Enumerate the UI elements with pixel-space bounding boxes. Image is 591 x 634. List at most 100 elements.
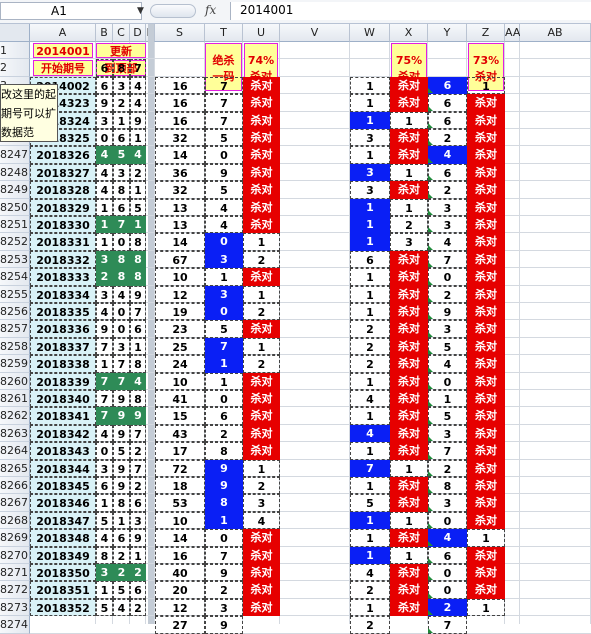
kill-result-z-cell[interactable]: 杀对	[467, 546, 505, 564]
digit-cell[interactable]: 2	[130, 477, 146, 495]
value-w-cell[interactable]: 2	[350, 581, 390, 599]
value-y-cell[interactable]: 8	[428, 477, 467, 495]
kill-result-u-cell[interactable]: 杀对	[243, 529, 280, 547]
kill-result-u-cell[interactable]: 杀对	[243, 372, 280, 390]
value-s-cell[interactable]: 18	[155, 477, 205, 495]
value-y-cell[interactable]: 2	[428, 598, 467, 617]
digit-cell[interactable]: 9	[113, 390, 130, 408]
value-w-cell[interactable]: 1	[350, 407, 390, 425]
value-s-cell[interactable]: 15	[155, 407, 205, 425]
kill-result-x-cell[interactable]: 杀对	[390, 581, 428, 599]
kill-result-z-cell[interactable]: 杀对	[467, 390, 505, 408]
value-s-cell[interactable]: 10	[155, 372, 205, 390]
kill-result-z-cell[interactable]: 杀对	[467, 250, 505, 269]
kill-result-u-cell[interactable]: 杀对	[243, 268, 280, 286]
digit-cell[interactable]: 7	[113, 372, 130, 390]
period-cell[interactable]: 2018342	[30, 424, 96, 443]
kill-result-z-cell[interactable]: 杀对	[467, 337, 505, 356]
column-header-y[interactable]: Y	[428, 24, 467, 42]
row-header[interactable]: 8257	[0, 320, 30, 338]
kill-result-z-cell[interactable]: 杀对	[467, 216, 505, 234]
value-y-cell[interactable]: 0	[428, 581, 467, 599]
column-header-v[interactable]: V	[280, 24, 350, 42]
value-s-cell[interactable]: 36	[155, 163, 205, 182]
row-header[interactable]: 8260	[0, 372, 30, 390]
kill-one-cell[interactable]: 9	[205, 459, 243, 477]
value-w-cell[interactable]: 1	[350, 111, 390, 129]
kill-result-u-cell[interactable]: 4	[243, 511, 280, 530]
digit-cell[interactable]: 4	[96, 529, 113, 547]
digit-cell[interactable]: 2	[130, 163, 146, 182]
chevron-down-icon[interactable]: ▼	[137, 6, 144, 16]
value-w-cell[interactable]: 4	[350, 564, 390, 582]
value-w-cell[interactable]: 2	[350, 337, 390, 356]
kill-one-cell[interactable]: 7	[205, 337, 243, 356]
value-s-cell[interactable]: 14	[155, 146, 205, 164]
row-header[interactable]: 8273	[0, 598, 30, 617]
digit-cell[interactable]: 0	[96, 129, 113, 147]
digit-cell[interactable]: 6	[130, 494, 146, 512]
digit-cell[interactable]: 3	[96, 459, 113, 477]
value-s-cell[interactable]: 32	[155, 129, 205, 147]
kill-one-cell[interactable]: 0	[205, 390, 243, 408]
period-cell[interactable]: 2018332	[30, 250, 96, 269]
column-header-c[interactable]: C	[113, 24, 130, 42]
row-header[interactable]: 8268	[0, 511, 30, 530]
row-header[interactable]: 8256	[0, 303, 30, 321]
value-w-cell[interactable]: 4	[350, 390, 390, 408]
kill-one-cell[interactable]: 0	[205, 233, 243, 251]
row-header[interactable]: 8250	[0, 198, 30, 216]
value-s-cell[interactable]: 12	[155, 285, 205, 303]
kill-result-z-cell[interactable]: 杀对	[467, 94, 505, 112]
value-y-cell[interactable]: 7	[428, 250, 467, 269]
row-header[interactable]: 8255	[0, 285, 30, 303]
kill-result-x-cell[interactable]: 杀对	[390, 94, 428, 112]
column-header-z[interactable]: Z	[467, 24, 505, 42]
kill-result-u-cell[interactable]: 杀对	[243, 564, 280, 582]
kill-result-z-cell[interactable]: 杀对	[467, 442, 505, 460]
value-w-cell[interactable]: 1	[350, 146, 390, 164]
period-cell[interactable]: 2018341	[30, 407, 96, 425]
digit-cell[interactable]: 1	[96, 581, 113, 599]
value-w-cell[interactable]: 1	[350, 598, 390, 617]
kill-result-x-cell[interactable]: 杀对	[390, 76, 428, 95]
row-header[interactable]: 8248	[0, 163, 30, 182]
value-y-cell[interactable]: 4	[428, 529, 467, 547]
kill-one-cell[interactable]: 9	[205, 564, 243, 582]
value-y-cell[interactable]: 5	[428, 407, 467, 425]
value-y-cell[interactable]: 0	[428, 564, 467, 582]
period-cell[interactable]: 2018345	[30, 477, 96, 495]
digit-cell[interactable]: 9	[130, 529, 146, 547]
column-header-d[interactable]: D	[130, 24, 146, 42]
value-y-cell[interactable]: 6	[428, 546, 467, 564]
row-header[interactable]: 8265	[0, 459, 30, 477]
value-w-cell[interactable]: 3	[350, 181, 390, 199]
period-cell[interactable]: 2018336	[30, 320, 96, 338]
kill-result-u-cell[interactable]: 杀对	[243, 216, 280, 234]
kill-one-cell[interactable]: 1	[205, 268, 243, 286]
digit-cell[interactable]: 6	[96, 76, 113, 95]
digit-cell[interactable]: 7	[96, 407, 113, 425]
kill-result-u-cell[interactable]: 3	[243, 494, 280, 512]
kill-result-x-cell[interactable]: 杀对	[390, 337, 428, 356]
value-y-cell[interactable]: 2	[428, 459, 467, 477]
value-s-cell[interactable]: 10	[155, 511, 205, 530]
digit-cell[interactable]: 4	[96, 163, 113, 182]
value-w-cell[interactable]: 5	[350, 494, 390, 512]
value-s-cell[interactable]: 41	[155, 390, 205, 408]
kill-result-x-cell[interactable]: 1	[390, 546, 428, 564]
value-y-cell[interactable]: 5	[428, 337, 467, 356]
kill-result-z-cell[interactable]: 杀对	[467, 477, 505, 495]
value-s-cell[interactable]: 16	[155, 111, 205, 129]
column-header-u[interactable]: U	[243, 24, 280, 42]
digit-cell[interactable]: 8	[113, 494, 130, 512]
kill-one-cell[interactable]: 3	[205, 598, 243, 617]
value-y-cell[interactable]: 3	[428, 424, 467, 443]
digit-cell[interactable]: 1	[130, 181, 146, 199]
kill-result-u-cell[interactable]: 2	[243, 477, 280, 495]
value-w-cell[interactable]: 1	[350, 268, 390, 286]
value-w-cell[interactable]: 1	[350, 198, 390, 216]
value-s-cell[interactable]: 12	[155, 598, 205, 617]
value-s-cell[interactable]: 13	[155, 198, 205, 216]
digit-cell[interactable]: 8	[113, 250, 130, 269]
